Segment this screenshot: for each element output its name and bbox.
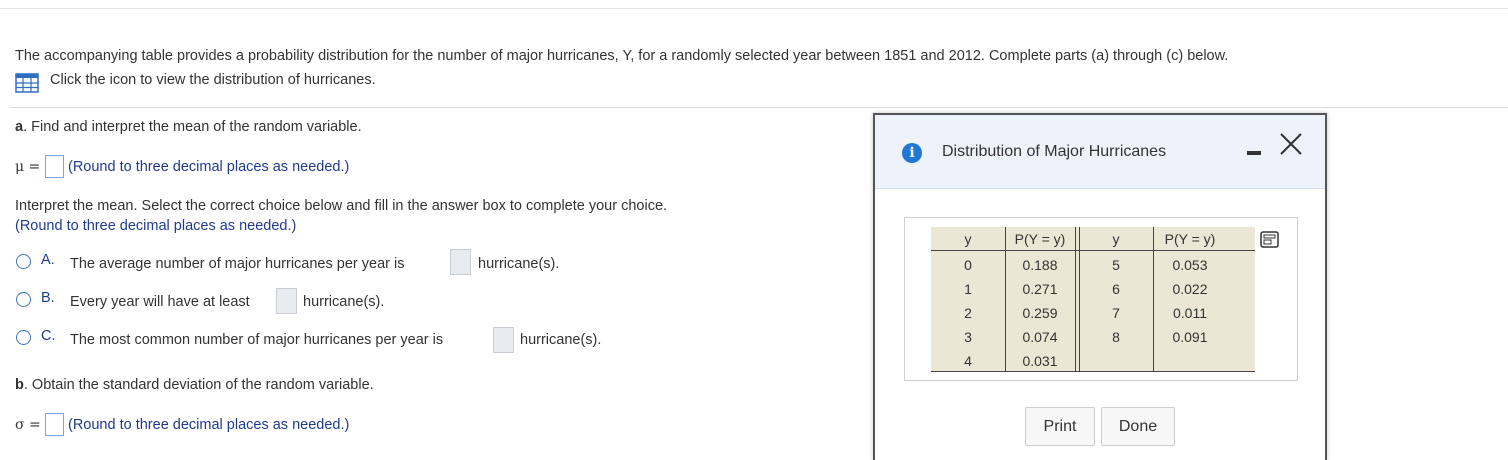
table-divider — [1079, 227, 1080, 372]
print-button[interactable]: Print — [1025, 407, 1095, 446]
right-y-cell: 5 — [1112, 257, 1120, 273]
done-button[interactable]: Done — [1101, 407, 1175, 446]
choice-c-letter: C. — [41, 328, 56, 344]
info-icon: i — [902, 143, 922, 163]
intro-text: The accompanying table provides a probab… — [15, 48, 1229, 64]
copy-table-icon[interactable] — [1260, 231, 1279, 248]
part-b-letter: b — [15, 377, 24, 393]
table-bottom-rule — [931, 371, 1255, 372]
choice-c-answer-input[interactable] — [493, 327, 514, 353]
right-p-cell: 0.091 — [1172, 329, 1208, 345]
part-b-heading-text: . Obtain the standard deviation of the r… — [23, 377, 374, 393]
left-p-cell: 0.259 — [1022, 305, 1058, 321]
right-p-cell: 0.022 — [1172, 281, 1208, 297]
dialog-title: Distribution of Major Hurricanes — [942, 143, 1167, 160]
left-y-cell: 2 — [964, 305, 972, 321]
part-a-heading: a. Find and interpret the mean of the ra… — [15, 119, 362, 135]
left-p-cell: 0.031 — [1022, 353, 1058, 369]
left-p-cell: 0.271 — [1022, 281, 1058, 297]
distribution-table-frame: y P(Y = y) y P(Y = y) 0 0.188 1 0.271 2 … — [904, 217, 1298, 381]
table-divider — [1005, 227, 1006, 372]
left-p-cell: 0.188 — [1022, 257, 1058, 273]
minimize-icon[interactable] — [1247, 151, 1261, 155]
choice-b-letter: B. — [41, 290, 55, 306]
left-y-cell: 0 — [964, 257, 972, 273]
left-y-cell: 3 — [964, 329, 972, 345]
header-y-left: y — [964, 231, 972, 247]
right-p-cell: 0.053 — [1172, 257, 1208, 273]
left-p-cell: 0.074 — [1022, 329, 1058, 345]
right-y-cell: 7 — [1112, 305, 1120, 321]
interpret-prompt: Interpret the mean. Select the correct c… — [15, 198, 668, 214]
choice-b-radio[interactable] — [16, 292, 31, 307]
table-grid-icon[interactable] — [15, 73, 39, 93]
left-y-cell: 4 — [964, 353, 972, 369]
left-y-cell: 1 — [964, 281, 972, 297]
distribution-dialog: i Distribution of Major Hurricanes y P(Y… — [873, 113, 1327, 460]
sigma-answer-input[interactable] — [45, 413, 64, 436]
sigma-label: σ = — [15, 417, 41, 433]
header-y-right: y — [1112, 231, 1120, 247]
table-divider — [1075, 227, 1076, 372]
mu-label: μ = — [15, 159, 41, 175]
section-divider — [10, 107, 1508, 108]
choice-a-text[interactable]: The average number of major hurricanes p… — [70, 256, 404, 272]
sigma-round-note: (Round to three decimal places as needed… — [68, 417, 350, 433]
icon-link-text[interactable]: Click the icon to view the distribution … — [50, 72, 376, 88]
table-header-rule — [931, 250, 1255, 251]
top-divider — [0, 8, 1508, 9]
choice-c-suffix: hurricane(s). — [520, 332, 602, 348]
choice-b-answer-input[interactable] — [276, 288, 297, 314]
right-p-cell: 0.011 — [1173, 305, 1207, 321]
part-a-heading-text: . Find and interpret the mean of the ran… — [23, 119, 362, 135]
choice-a-letter: A. — [41, 252, 55, 268]
choice-a-answer-input[interactable] — [450, 249, 471, 275]
dialog-header: i Distribution of Major Hurricanes — [875, 115, 1325, 189]
right-y-cell: 8 — [1112, 329, 1120, 345]
mu-round-note: (Round to three decimal places as needed… — [68, 159, 350, 175]
header-p-left: P(Y = y) — [1014, 231, 1066, 247]
part-b-heading: b. Obtain the standard deviation of the … — [15, 377, 374, 393]
distribution-table: y P(Y = y) y P(Y = y) 0 0.188 1 0.271 2 … — [931, 227, 1255, 372]
choice-b-text[interactable]: Every year will have at least — [70, 294, 250, 310]
interpret-round-note: (Round to three decimal places as needed… — [15, 218, 297, 234]
choice-c-text[interactable]: The most common number of major hurrican… — [70, 332, 443, 348]
mu-answer-input[interactable] — [45, 155, 64, 178]
right-y-cell: 6 — [1112, 281, 1120, 297]
header-p-right: P(Y = y) — [1164, 231, 1216, 247]
choice-a-radio[interactable] — [16, 254, 31, 269]
choice-c-radio[interactable] — [16, 330, 31, 345]
part-a-letter: a — [15, 119, 24, 135]
choice-a-suffix: hurricane(s). — [478, 256, 560, 272]
table-divider — [1153, 227, 1154, 372]
close-icon[interactable] — [1278, 131, 1304, 157]
choice-b-suffix: hurricane(s). — [303, 294, 385, 310]
